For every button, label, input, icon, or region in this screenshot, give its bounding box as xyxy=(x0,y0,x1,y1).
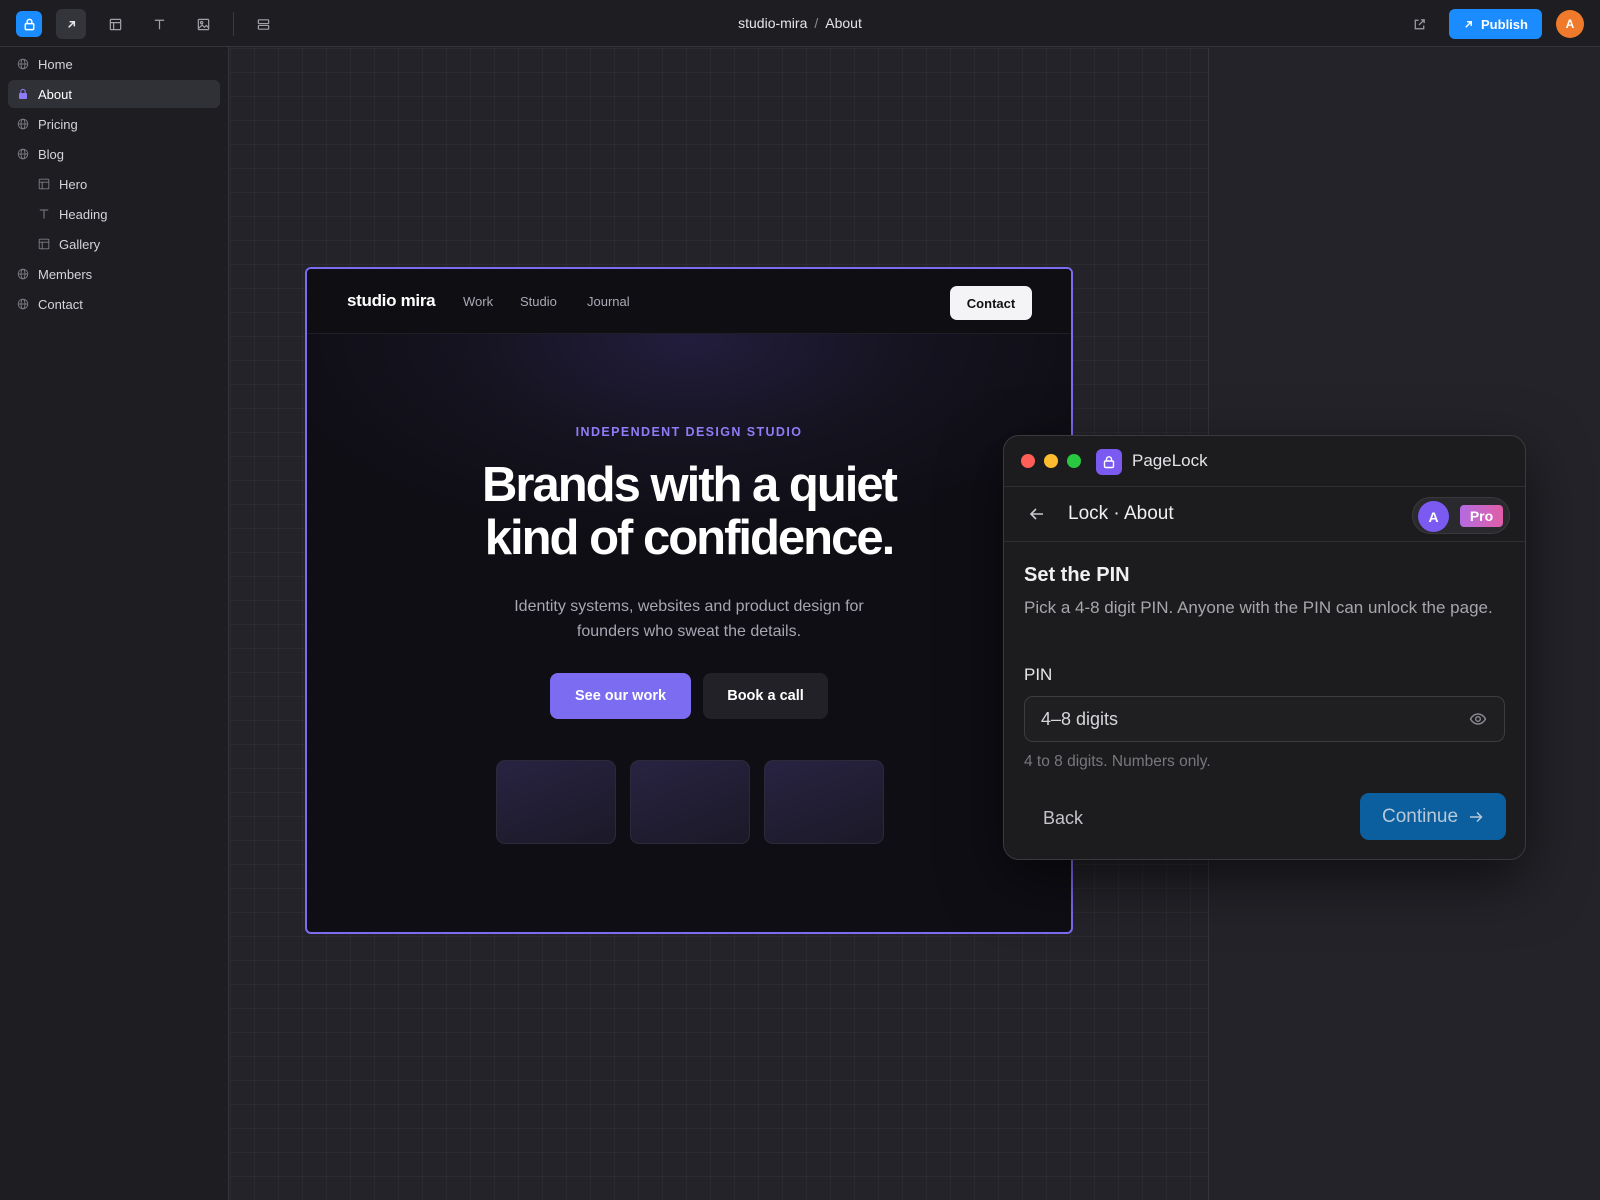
pin-hint: 4 to 8 digits. Numbers only. xyxy=(1024,753,1211,770)
globe-icon xyxy=(17,268,29,280)
text-tool-icon[interactable] xyxy=(144,9,174,39)
select-tool-arrow-icon[interactable] xyxy=(56,9,86,39)
globe-icon xyxy=(17,58,29,70)
continue-label: Continue xyxy=(1381,805,1459,827)
sidebar-item-contact[interactable]: Contact xyxy=(8,290,220,318)
gallery-tile xyxy=(630,760,750,844)
pagelock-dialog: PageLock Lock · About A Pro Set the PIN … xyxy=(1003,435,1526,860)
pagelock-lock-icon xyxy=(1096,449,1122,475)
sidebar-item-label: About xyxy=(38,86,72,102)
dialog-titlebar: PageLock xyxy=(1004,436,1525,487)
top-toolbar: studio-mira / About Publish A xyxy=(0,0,1600,47)
sidebar-item-hero[interactable]: Hero xyxy=(8,170,220,198)
sidebar-item-label: Members xyxy=(38,266,93,282)
open-external-icon[interactable] xyxy=(1404,9,1434,39)
section-description: Pick a 4-8 digit PIN. Anyone with the PI… xyxy=(1024,598,1493,617)
section-title: Set the PIN xyxy=(1024,564,1130,586)
publish-button[interactable]: Publish xyxy=(1449,9,1542,39)
breadcrumb-page[interactable]: About xyxy=(825,15,862,31)
sidebar-item-label: Hero xyxy=(59,176,88,192)
stack-tool-icon[interactable] xyxy=(248,9,278,39)
site-navbar: studio mira Work Studio Journal Contact xyxy=(307,269,1071,334)
sidebar-item-label: Contact xyxy=(38,296,83,312)
sidebar-item-members[interactable]: Members xyxy=(8,260,220,288)
site-nav-studio[interactable]: Studio xyxy=(520,294,557,309)
sidebar-item-blog[interactable]: Blog xyxy=(8,140,220,168)
globe-icon xyxy=(17,298,29,310)
plan-badge: Pro xyxy=(1460,505,1503,527)
back-arrow-icon[interactable] xyxy=(1028,505,1046,523)
minimize-window-button[interactable] xyxy=(1044,454,1058,468)
see-our-work-button[interactable]: See our work xyxy=(550,673,691,719)
site-preview-frame[interactable]: studio mira Work Studio Journal Contact … xyxy=(305,267,1073,934)
book-a-call-button[interactable]: Book a call xyxy=(703,673,828,719)
gallery-tile xyxy=(496,760,616,844)
site-logo[interactable]: studio mira xyxy=(347,291,436,311)
image-tool-icon[interactable] xyxy=(188,9,218,39)
globe-icon xyxy=(17,118,29,130)
hero-headline: Brands with a quiet kind of confidence. xyxy=(307,459,1071,565)
sidebar-item-gallery[interactable]: Gallery xyxy=(8,230,220,258)
sidebar-item-pricing[interactable]: Pricing xyxy=(8,110,220,138)
layout-tool-icon[interactable] xyxy=(100,9,130,39)
show-pin-eye-icon[interactable] xyxy=(1469,711,1487,727)
sidebar-item-about[interactable]: About xyxy=(8,80,220,108)
sidebar-item-label: Home xyxy=(38,56,73,72)
account-pill[interactable]: A Pro xyxy=(1412,497,1510,534)
breadcrumb-separator: / xyxy=(814,15,819,31)
site-nav-work[interactable]: Work xyxy=(463,294,493,309)
arrow-right-icon xyxy=(1470,811,1483,822)
pages-sidebar: Home About Pricing Blog Hero Heading Gal… xyxy=(0,47,229,1200)
maximize-window-button[interactable] xyxy=(1067,454,1081,468)
breadcrumb-project[interactable]: studio-mira xyxy=(738,15,807,31)
app-name: PageLock xyxy=(1132,451,1208,470)
toolbar-divider xyxy=(233,12,234,36)
pin-input[interactable] xyxy=(1024,696,1505,742)
dialog-title: Lock · About xyxy=(1068,503,1174,524)
app-logo-lock-icon[interactable] xyxy=(16,11,42,37)
pin-field-label: PIN xyxy=(1024,665,1053,684)
account-avatar: A xyxy=(1418,501,1449,532)
site-contact-button[interactable]: Contact xyxy=(950,286,1032,320)
lock-icon xyxy=(17,88,29,100)
globe-icon xyxy=(17,148,29,160)
sidebar-item-home[interactable]: Home xyxy=(8,50,220,78)
back-button[interactable]: Back xyxy=(1024,795,1102,841)
layout-icon xyxy=(38,178,50,190)
publish-arrow-icon xyxy=(1465,20,1472,28)
breadcrumb: studio-mira / About xyxy=(0,15,1600,31)
hero-eyebrow: INDEPENDENT DESIGN STUDIO xyxy=(575,425,803,439)
sidebar-item-heading[interactable]: Heading xyxy=(8,200,220,228)
gallery-tile xyxy=(764,760,884,844)
continue-button[interactable]: Continue xyxy=(1360,793,1506,840)
layout-icon xyxy=(38,238,50,250)
dialog-header: Lock · About A Pro xyxy=(1004,487,1525,542)
sidebar-item-label: Heading xyxy=(59,206,108,222)
close-window-button[interactable] xyxy=(1021,454,1035,468)
hero-subtext: Identity systems, websites and product d… xyxy=(514,598,864,640)
text-icon xyxy=(38,208,50,220)
sidebar-item-label: Pricing xyxy=(38,116,78,132)
hero-headline-line1: Brands with a quiet xyxy=(482,458,898,512)
user-avatar[interactable]: A xyxy=(1556,10,1584,38)
publish-label: Publish xyxy=(1481,16,1528,32)
sidebar-item-label: Blog xyxy=(38,146,65,162)
sidebar-item-label: Gallery xyxy=(59,236,101,252)
hero-headline-line2: kind of confidence. xyxy=(484,511,895,565)
site-nav-journal[interactable]: Journal xyxy=(587,294,630,309)
